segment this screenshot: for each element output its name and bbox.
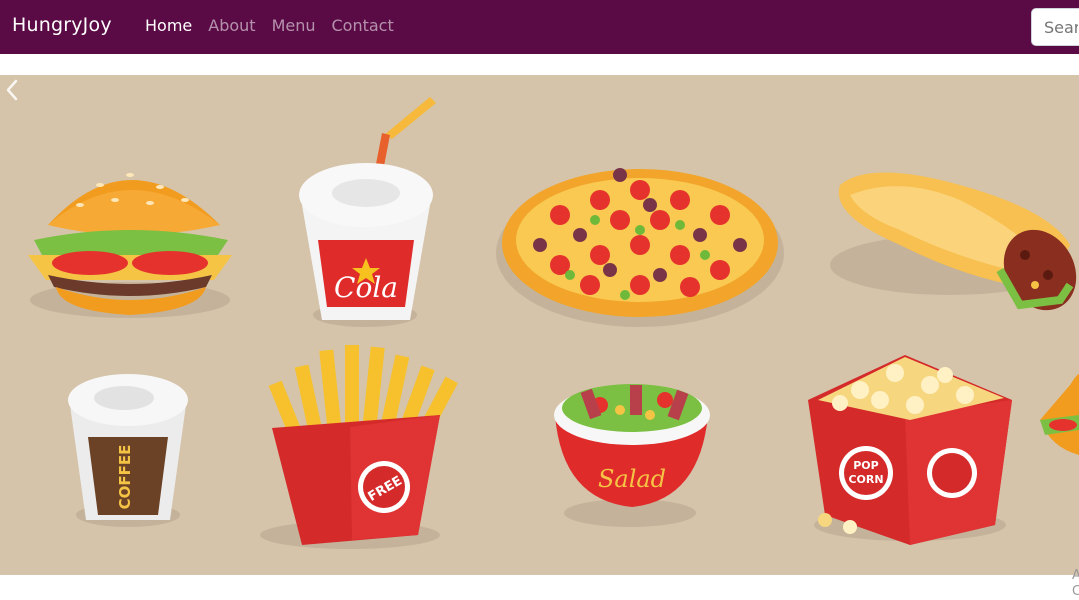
food-illustration: Cola COFFEE FREE Salad POP CORN — [28, 97, 1079, 549]
caption-line-1: A — [1072, 568, 1079, 583]
coffee-image: COFFEE — [68, 374, 188, 527]
fries-image: FREE — [260, 345, 458, 549]
nav-link-contact[interactable]: Contact — [332, 16, 394, 35]
navbar: HungryJoy Home About Menu Contact — [0, 0, 1079, 54]
nav-link-home[interactable]: Home — [145, 16, 192, 35]
popcorn-label-bottom: CORN — [848, 473, 883, 486]
popcorn-image: POP CORN — [808, 355, 1012, 545]
pizza-image — [496, 168, 784, 327]
chevron-left-icon[interactable] — [0, 75, 24, 105]
caption-text: A C — [1072, 568, 1079, 600]
cola-image: Cola — [299, 97, 436, 327]
burger-image — [28, 173, 232, 318]
burrito-image — [830, 172, 1077, 311]
nav-link-about[interactable]: About — [208, 16, 255, 35]
brand-logo[interactable]: HungryJoy — [12, 14, 112, 36]
nav-links: Home About Menu Contact — [145, 16, 410, 35]
hero-carousel: Cola COFFEE FREE Salad POP CORN — [0, 75, 1079, 575]
salad-image: Salad — [554, 384, 710, 527]
search-input[interactable] — [1031, 8, 1079, 46]
coffee-label: COFFEE — [116, 445, 134, 510]
popcorn-label-top: POP — [853, 459, 878, 472]
salad-label: Salad — [598, 465, 666, 493]
partial-burger-image — [1040, 374, 1079, 455]
nav-link-menu[interactable]: Menu — [272, 16, 316, 35]
